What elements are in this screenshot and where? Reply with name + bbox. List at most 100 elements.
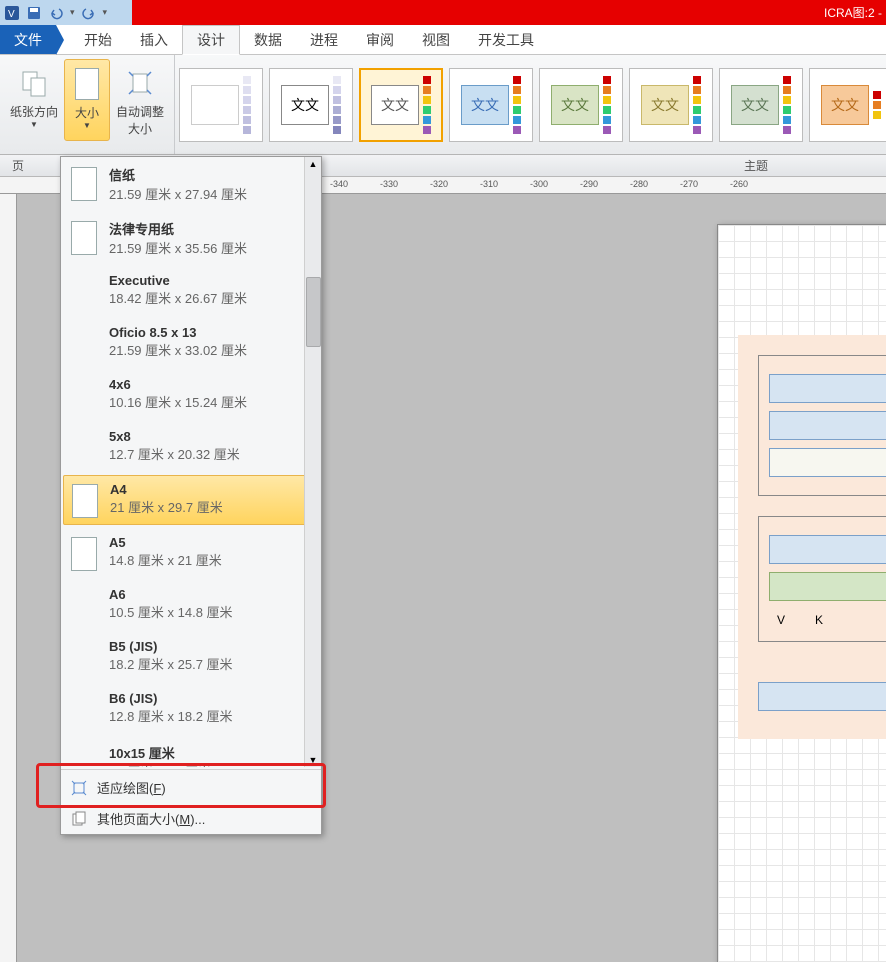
page-icon — [71, 221, 97, 255]
size-option-title: B6 (JIS) — [109, 691, 233, 706]
size-option-title: A4 — [110, 482, 223, 497]
themes-group-label: 主题 — [744, 157, 768, 174]
size-option[interactable]: A610.5 厘米 x 14.8 厘米 — [61, 579, 321, 631]
theme-item-3[interactable]: 文文 — [359, 68, 443, 142]
ruler-vertical — [0, 194, 17, 962]
size-option-dimensions: 21 厘米 x 29.7 厘米 — [110, 497, 223, 516]
save-icon[interactable] — [26, 5, 42, 21]
size-option[interactable]: Oficio 8.5 x 1321.59 厘米 x 33.02 厘米 — [61, 317, 321, 369]
dropdown-scrollbar[interactable]: ▲ ▼ — [304, 157, 321, 767]
size-option[interactable]: 10x15 厘米10 厘米 x 15 厘米 — [61, 735, 321, 767]
size-option-dimensions: 12.7 厘米 x 20.32 厘米 — [109, 444, 240, 463]
tab-data[interactable]: 数据 — [240, 25, 296, 54]
page-icon — [71, 537, 97, 571]
size-option-title: 法律专用纸 — [109, 219, 247, 238]
size-option[interactable]: 4x610.16 厘米 x 15.24 厘米 — [61, 369, 321, 421]
theme-item-8[interactable]: 文文 — [809, 68, 886, 142]
size-option-dimensions: 21.59 厘米 x 27.94 厘米 — [109, 184, 247, 203]
theme-item-7[interactable]: 文文 — [719, 68, 803, 142]
size-icon — [71, 64, 103, 104]
more-sizes-icon — [71, 811, 87, 827]
size-option-dimensions: 14.8 厘米 x 21 厘米 — [109, 550, 222, 569]
tab-developer[interactable]: 开发工具 — [464, 25, 548, 54]
fit-to-drawing-item[interactable]: 适应绘图(F) — [61, 772, 321, 803]
diagram-block: Dropout, NeRF M Layer Dro Multi-head V K… — [738, 335, 886, 739]
tab-home[interactable]: 开始 — [70, 25, 126, 54]
more-sizes-label: 其他页面大小(M)... — [97, 809, 205, 828]
size-option[interactable]: A421 厘米 x 29.7 厘米 — [63, 475, 319, 525]
size-option-title: 5x8 — [109, 429, 240, 444]
undo-dropdown-icon[interactable]: ▾ — [70, 7, 75, 18]
diagram-box[interactable]: Dro — [769, 535, 886, 564]
size-option-dimensions: 12.8 厘米 x 18.2 厘米 — [109, 706, 233, 725]
page-size-dropdown: 信纸21.59 厘米 x 27.94 厘米法律专用纸21.59 厘米 x 35.… — [60, 156, 322, 835]
diagram-box[interactable]: Dropout, — [769, 374, 886, 403]
orientation-icon — [18, 63, 50, 103]
orientation-button[interactable]: 纸张方向 ▼ — [4, 59, 64, 141]
size-option[interactable]: B5 (JIS)18.2 厘米 x 25.7 厘米 — [61, 631, 321, 683]
size-option-title: Executive — [109, 273, 247, 288]
chevron-down-icon: ▼ — [30, 120, 38, 129]
tab-view[interactable]: 视图 — [408, 25, 464, 54]
tab-insert[interactable]: 插入 — [126, 25, 182, 54]
size-option[interactable]: 法律专用纸21.59 厘米 x 35.56 厘米 — [61, 211, 321, 265]
size-option-dimensions: 10.16 厘米 x 15.24 厘米 — [109, 392, 247, 411]
more-page-sizes-item[interactable]: 其他页面大小(M)... — [61, 803, 321, 834]
chevron-down-icon: ▼ — [83, 121, 91, 130]
size-option-dimensions: 18.42 厘米 x 26.67 厘米 — [109, 288, 247, 307]
page-setup-group: 纸张方向 ▼ 大小 ▼ 自动调整 大小 — [0, 55, 175, 154]
theme-item-6[interactable]: 文文 — [629, 68, 713, 142]
size-option-title: Oficio 8.5 x 13 — [109, 325, 247, 340]
app-icon: V — [4, 5, 20, 21]
tab-review[interactable]: 审阅 — [352, 25, 408, 54]
theme-item-1[interactable] — [179, 68, 263, 142]
autofit-button[interactable]: 自动调整 大小 — [110, 59, 170, 141]
diagram-box[interactable]: Multi-head — [769, 572, 886, 601]
page-icon — [71, 167, 97, 201]
ribbon-tabs: 文件 开始 插入 设计 数据 进程 审阅 视图 开发工具 — [0, 25, 886, 55]
size-option[interactable]: A514.8 厘米 x 21 厘米 — [61, 527, 321, 579]
titlebar: V ▾ ▾ ICRA图:2 - — [0, 0, 886, 25]
size-option[interactable]: 信纸21.59 厘米 x 27.94 厘米 — [61, 157, 321, 211]
size-option-dimensions: 10 厘米 x 15 厘米 — [109, 762, 211, 767]
size-option[interactable]: 5x812.7 厘米 x 20.32 厘米 — [61, 421, 321, 473]
size-option-dimensions: 21.59 厘米 x 33.02 厘米 — [109, 340, 247, 359]
redo-icon[interactable] — [81, 5, 97, 21]
diagram-box[interactable]: Layer — [769, 448, 886, 477]
size-option-dimensions: 10.5 厘米 x 14.8 厘米 — [109, 602, 233, 621]
ribbon: 纸张方向 ▼ 大小 ▼ 自动调整 大小 文文 — [0, 55, 886, 155]
size-option-title: 4x6 — [109, 377, 247, 392]
size-option[interactable]: B6 (JIS)12.8 厘米 x 18.2 厘米 — [61, 683, 321, 735]
size-option-title: A6 — [109, 587, 233, 602]
scroll-down-icon[interactable]: ▼ — [305, 755, 321, 765]
page-group-label: 页 — [0, 157, 24, 174]
file-tab[interactable]: 文件 — [0, 25, 56, 54]
fit-to-drawing-icon — [71, 780, 87, 796]
diagram-box[interactable]: Visual Token ( — [758, 682, 886, 711]
tab-process[interactable]: 进程 — [296, 25, 352, 54]
size-option-dimensions: 21.59 厘米 x 35.56 厘米 — [109, 238, 247, 257]
qat-customize-icon[interactable]: ▾ — [103, 7, 108, 18]
tab-design[interactable]: 设计 — [182, 25, 240, 55]
undo-icon[interactable] — [48, 5, 64, 21]
svg-text:V: V — [8, 9, 15, 20]
scroll-up-icon[interactable]: ▲ — [305, 157, 321, 169]
theme-gallery: 文文 文文 文文 文文 文文 文文 文文 — [175, 55, 886, 154]
fit-to-drawing-label: 适应绘图(F) — [97, 778, 166, 797]
drawing-page[interactable]: Dropout, NeRF M Layer Dro Multi-head V K… — [717, 224, 886, 962]
size-button[interactable]: 大小 ▼ — [64, 59, 110, 141]
theme-item-4[interactable]: 文文 — [449, 68, 533, 142]
size-option-title: B5 (JIS) — [109, 639, 233, 654]
size-option[interactable]: Executive18.42 厘米 x 26.67 厘米 — [61, 265, 321, 317]
window-title: ICRA图:2 - — [824, 4, 882, 21]
scroll-thumb[interactable] — [306, 277, 321, 347]
page-icon — [72, 484, 98, 518]
size-option-dimensions: 18.2 厘米 x 25.7 厘米 — [109, 654, 233, 673]
theme-item-5[interactable]: 文文 — [539, 68, 623, 142]
autofit-icon — [124, 63, 156, 103]
diagram-box[interactable]: NeRF M — [769, 411, 886, 440]
quick-access-toolbar: V ▾ ▾ — [0, 0, 132, 25]
size-option-title: 信纸 — [109, 165, 247, 184]
size-option-title: A5 — [109, 535, 222, 550]
theme-item-2[interactable]: 文文 — [269, 68, 353, 142]
